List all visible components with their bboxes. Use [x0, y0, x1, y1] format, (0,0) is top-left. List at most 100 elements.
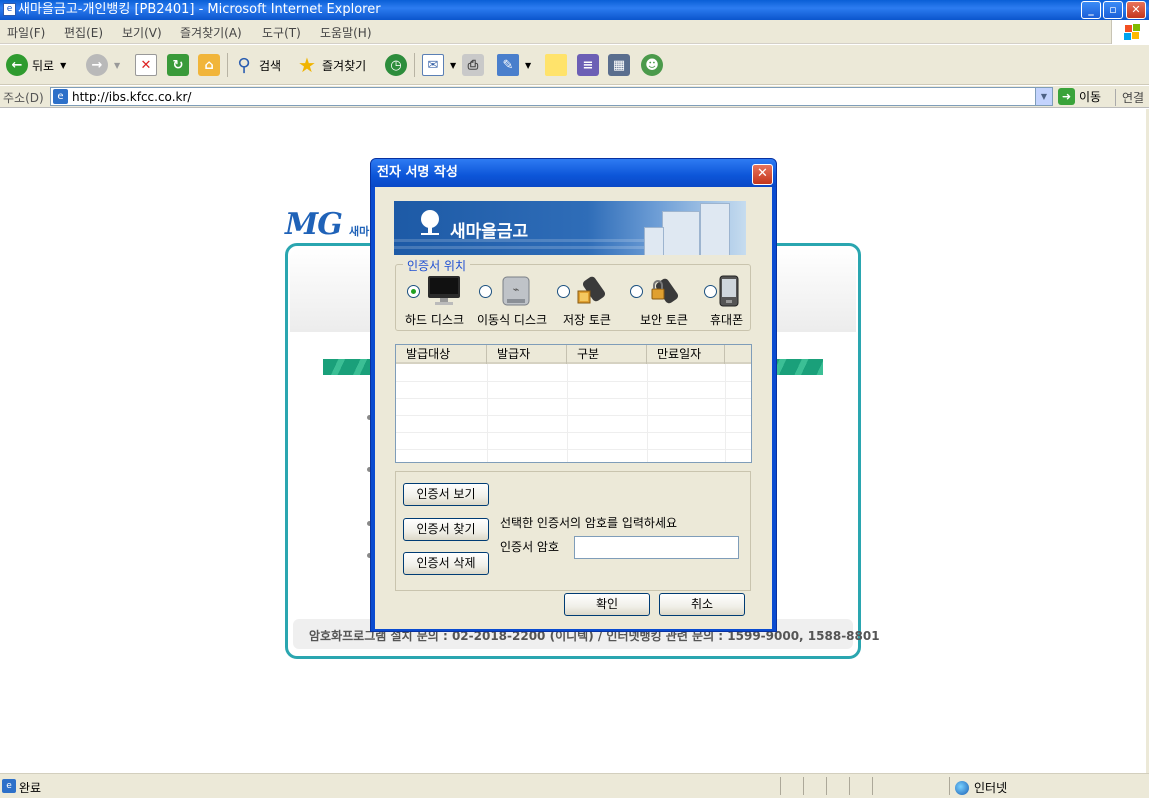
- go-arrow-icon: ➜: [1058, 88, 1075, 105]
- discuss-button[interactable]: [545, 52, 567, 78]
- status-divider: [826, 777, 827, 795]
- chevron-down-icon: ▼: [525, 60, 532, 70]
- table-column-divider: [487, 364, 488, 462]
- radio-security-token[interactable]: [630, 285, 643, 298]
- building-icon: [662, 211, 700, 255]
- banner-stripe: [394, 246, 654, 249]
- history-icon: ◷: [385, 54, 407, 76]
- forward-button[interactable]: → ▼: [86, 52, 120, 78]
- minimize-button[interactable]: _: [1081, 1, 1101, 19]
- location-storage-token[interactable]: 저장 토큰: [557, 275, 627, 329]
- go-button[interactable]: ➜ 이동: [1058, 88, 1101, 105]
- delete-cert-button[interactable]: 인증서 삭제: [403, 552, 489, 575]
- mg-logo-subtitle: 새마: [349, 225, 370, 238]
- mg-logo: MG: [285, 207, 343, 242]
- column-header-issuer[interactable]: 발급자: [487, 345, 567, 364]
- star-icon: ★: [298, 53, 316, 77]
- toolbar: ← 뒤로 ▼ → ▼ ✕ ↻ ⌂ ⚲ 검색 ★ 즐겨찾기 ◷ ✉ ▼ ⎙ ✎ ▼…: [0, 45, 1149, 85]
- building-icon: [644, 227, 664, 255]
- status-bar: e 완료 인터넷: [0, 773, 1149, 798]
- menu-tools[interactable]: 도구(T): [262, 24, 301, 41]
- monitor-icon: [428, 276, 460, 305]
- find-cert-button[interactable]: 인증서 찾기: [403, 518, 489, 541]
- mail-button[interactable]: ✉ ▼: [422, 52, 456, 78]
- usb-drive-icon: ⌁: [502, 276, 530, 306]
- radio-storage-token[interactable]: [557, 285, 570, 298]
- search-icon: ⚲: [237, 54, 251, 76]
- maximize-button[interactable]: ▫: [1103, 1, 1123, 19]
- storage-token-icon: [577, 276, 606, 304]
- stop-button[interactable]: ✕: [135, 52, 157, 78]
- menu-view[interactable]: 보기(V): [122, 24, 162, 41]
- address-bar: 주소(D) e http://ibs.kfcc.co.kr/ ▼ ➜ 이동 연결: [0, 86, 1149, 108]
- home-button[interactable]: ⌂: [198, 52, 220, 78]
- location-security-token[interactable]: 보안 토큰: [630, 275, 700, 329]
- history-button[interactable]: ◷: [385, 52, 407, 78]
- windows-flag-icon: [1111, 20, 1149, 44]
- location-label: 보안 토큰: [640, 313, 688, 327]
- radio-mobile-phone[interactable]: [704, 285, 717, 298]
- refresh-button[interactable]: ↻: [167, 52, 189, 78]
- table-row: [396, 432, 751, 433]
- status-divider: [949, 777, 950, 795]
- stop-icon: ✕: [135, 54, 157, 76]
- ok-button[interactable]: 확인: [564, 593, 650, 616]
- window-title: 새마을금고-개인뱅킹 [PB2401] - Microsoft Internet…: [18, 2, 381, 17]
- dialog-close-button[interactable]: ✕: [752, 164, 773, 185]
- note-icon: [545, 54, 567, 76]
- menu-favorites[interactable]: 즐겨찾기(A): [180, 24, 242, 41]
- security-token-icon: [651, 278, 679, 304]
- column-header-subject[interactable]: 발급대상: [396, 345, 487, 364]
- status-text: 완료: [19, 781, 42, 795]
- search-button[interactable]: ⚲ 검색: [233, 52, 281, 78]
- zone-label: 인터넷: [974, 781, 1008, 795]
- chevron-down-icon: ▼: [450, 60, 457, 70]
- bank-banner: 새마을금고: [394, 201, 746, 255]
- back-button[interactable]: ← 뒤로 ▼: [6, 52, 66, 78]
- password-label: 인증서 암호: [500, 540, 560, 554]
- radio-removable-disk[interactable]: [479, 285, 492, 298]
- menu-file[interactable]: 파일(F): [7, 24, 45, 41]
- ie-page-icon: e: [3, 3, 16, 16]
- mobile-phone-icon: [719, 275, 739, 307]
- view-cert-button[interactable]: 인증서 보기: [403, 483, 489, 506]
- cancel-button[interactable]: 취소: [659, 593, 745, 616]
- back-label: 뒤로: [32, 58, 55, 73]
- address-input[interactable]: e http://ibs.kfcc.co.kr/ ▼: [50, 87, 1053, 106]
- address-dropdown-button[interactable]: ▼: [1035, 88, 1052, 105]
- svg-text:⌁: ⌁: [513, 283, 520, 296]
- messenger-icon: ☻: [641, 54, 663, 76]
- refresh-icon: ↻: [167, 54, 189, 76]
- location-removable-disk[interactable]: ⌁ 이동식 디스크: [477, 275, 559, 329]
- dialog-title: 전자 서명 작성: [377, 165, 458, 180]
- toolbar-separator: [227, 53, 228, 77]
- ie-page-icon: e: [53, 89, 68, 104]
- printer-icon: ⎙: [462, 54, 484, 76]
- security-zone[interactable]: 인터넷: [955, 779, 1007, 796]
- column-header-type[interactable]: 구분: [567, 345, 647, 364]
- status-divider: [803, 777, 804, 795]
- location-mobile-phone[interactable]: 휴대폰: [704, 275, 754, 329]
- research-button[interactable]: ≡: [577, 52, 599, 78]
- media-button[interactable]: ▦: [608, 52, 630, 78]
- menu-edit[interactable]: 편집(E): [64, 24, 103, 41]
- column-header-expiry[interactable]: 만료일자: [647, 345, 725, 364]
- window-close-button[interactable]: ✕: [1126, 1, 1146, 19]
- radio-hard-disk[interactable]: [407, 285, 420, 298]
- menu-help[interactable]: 도움말(H): [320, 24, 372, 41]
- globe-icon: [955, 780, 969, 795]
- edit-button[interactable]: ✎ ▼: [497, 52, 531, 78]
- table-column-divider: [647, 364, 648, 462]
- search-label: 검색: [259, 58, 282, 73]
- links-label[interactable]: 연결: [1115, 89, 1144, 106]
- go-label: 이동: [1079, 90, 1102, 104]
- messenger-button[interactable]: ☻: [641, 52, 663, 78]
- location-hard-disk[interactable]: 하드 디스크: [405, 275, 475, 329]
- cert-list-table[interactable]: 발급대상 발급자 구분 만료일자: [395, 344, 752, 463]
- chevron-down-icon: ▼: [114, 60, 121, 70]
- toolbar-separator: [414, 53, 415, 77]
- password-input[interactable]: [574, 536, 739, 559]
- table-row: [396, 449, 751, 450]
- favorites-button[interactable]: ★ 즐겨찾기: [296, 52, 366, 78]
- print-button[interactable]: ⎙: [462, 52, 484, 78]
